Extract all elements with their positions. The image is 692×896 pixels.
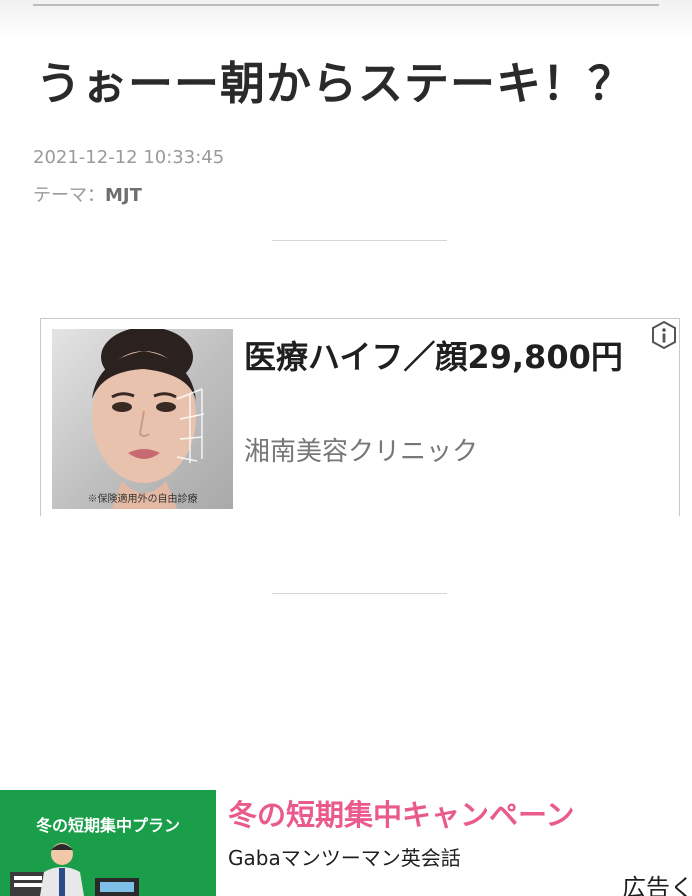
article-title: うぉーー朝からステーキ！？ xyxy=(36,57,635,110)
top-divider xyxy=(33,4,659,6)
ad-headline[interactable]: 冬の短期集中キャンペーン xyxy=(228,792,575,834)
ad-headline[interactable]: 医療ハイフ／顔29,800円 xyxy=(244,335,624,379)
theme-label: テーマ： xyxy=(33,185,105,206)
ad-image-face[interactable]: ※保険適用外の自由診療 xyxy=(52,329,233,509)
ad-banner-gaba[interactable]: 冬の短期集中プラン 冬の短期集中キャンペーン Gabaマンツーマン英会話 広告く xyxy=(0,790,692,896)
article-date: 2021-12-12 10:33:45 xyxy=(33,147,225,168)
top-shadow xyxy=(0,0,692,40)
divider-1 xyxy=(272,240,447,241)
divider-2 xyxy=(272,593,447,594)
ad-advertiser[interactable]: 湘南美容クリニック xyxy=(244,431,478,468)
ad-image-campaign[interactable]: 冬の短期集中プラン xyxy=(0,790,216,896)
ad-info-icon[interactable] xyxy=(649,320,679,350)
ad-image-note: ※保険適用外の自由診療 xyxy=(87,494,198,505)
face-illustration xyxy=(92,329,205,509)
ad-banner-hifu[interactable]: ※保険適用外の自由診療 医療ハイフ／顔29,800円 湘南美容クリニック xyxy=(40,318,680,516)
article-theme: テーマ：MJT xyxy=(33,181,142,207)
ad-badge[interactable]: 広告く xyxy=(618,868,692,896)
person-illustration xyxy=(10,843,139,896)
ad-advertiser[interactable]: Gabaマンツーマン英会話 xyxy=(228,842,461,871)
theme-link[interactable]: MJT xyxy=(105,185,142,206)
